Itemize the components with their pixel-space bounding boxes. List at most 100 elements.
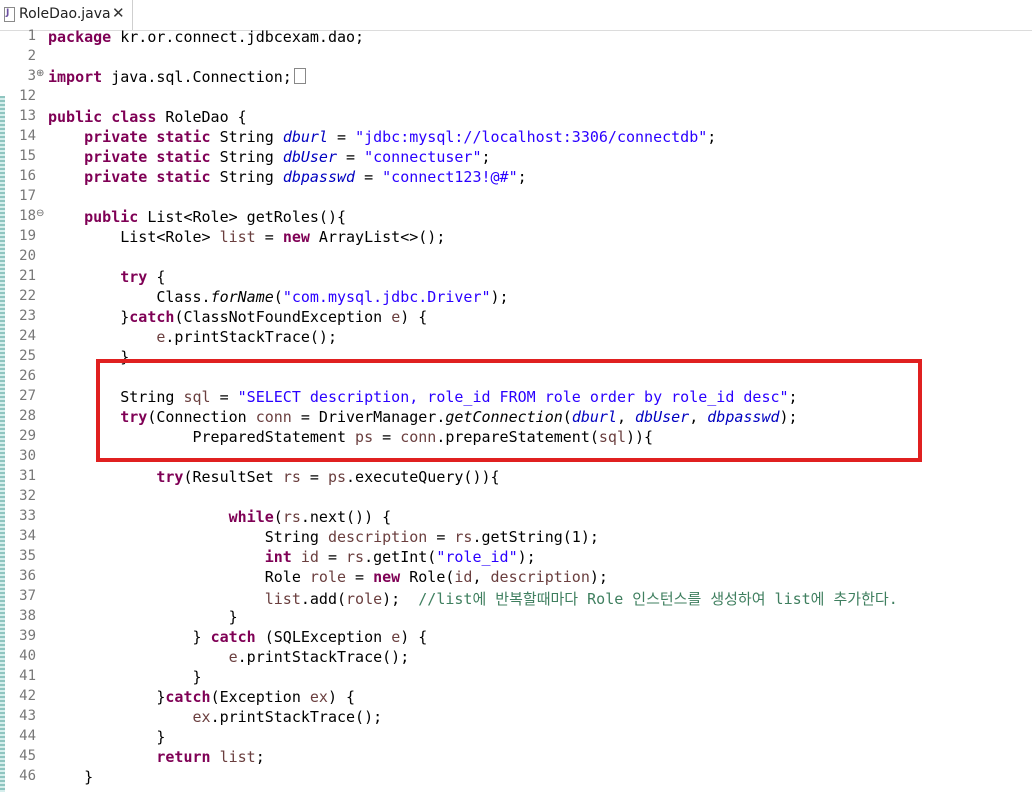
code-line: 37 list.add(role); //list에 반복할때마다 Role 인… [6,588,1026,608]
code-text: try { [120,268,166,286]
line-number: 17 [19,188,36,204]
java-file-icon: J [4,7,15,22]
collapsed-imports-icon[interactable] [293,68,306,84]
highlight-annotation-box [96,359,922,462]
code-line: 13 public class RoleDao { [6,108,1026,128]
code-text: }catch(Exception ex) { [48,688,356,706]
line-number: 37 [19,588,36,604]
line-number: 24 [19,328,36,344]
expand-fold-icon[interactable]: ⊕ [36,68,44,79]
line-number: 12 [19,88,36,104]
code-text: } catch (SQLException e) { [48,628,428,646]
code-line: 22 Class.forName("com.mysql.jdbc.Driver"… [6,288,1026,308]
line-number: 1 [27,28,36,44]
line-number: 43 [19,708,36,724]
code-line: 19 List<Role> list = new ArrayList<>(); [6,228,1026,248]
code-text: } [48,608,238,626]
line-number: 27 [19,388,36,404]
line-number: 45 [19,748,36,764]
close-icon[interactable]: ✕ [112,4,125,22]
code-line: 31 try(ResultSet rs = ps.executeQuery())… [6,468,1026,488]
code-line: 2 [6,48,1026,68]
code-line: 32 [6,488,1026,508]
code-text: e.printStackTrace(); [228,648,410,666]
code-line: 36 Role role = new Role(id, description)… [6,568,1026,588]
line-number: 15 [19,148,36,164]
collapse-fold-icon[interactable]: ⊖ [36,208,44,219]
line-number: 34 [19,528,36,544]
line-number: 21 [19,268,36,284]
line-number: 25 [19,348,36,364]
code-text: e.printStackTrace(); [156,328,337,346]
line-number: 23 [19,308,36,324]
code-text: private static String dburl = "jdbc:mysq… [84,128,717,146]
line-number: 46 [19,768,36,784]
code-text: Class.forName("com.mysql.jdbc.Driver"); [48,288,509,306]
line-number: 35 [19,548,36,564]
code-text: public List<Role> getRoles(){ [84,208,347,226]
code-line: 33 while(rs.next()) { [6,508,1026,528]
code-line: 14 private static String dburl = "jdbc:m… [6,128,1026,148]
code-line: 21 try { [6,268,1026,288]
line-number: 2 [27,48,36,64]
line-number: 29 [19,428,36,444]
code-line: 15 private static String dbUser = "conne… [6,148,1026,168]
editor-tab-bar: J RoleDao.java ✕ [0,0,1032,31]
code-line: 20 [6,248,1026,268]
line-number: 44 [19,728,36,744]
line-number: 13 [19,108,36,124]
line-number: 19 [19,228,36,244]
line-number: 16 [19,168,36,184]
code-line: 45 return list; [6,748,1026,768]
code-line: 38 } [6,608,1026,628]
code-text: } [48,768,94,786]
code-text: Role role = new Role(id, description); [48,568,608,586]
line-number: 38 [19,608,36,624]
line-number: 3 [27,68,36,84]
line-number: 31 [19,468,36,484]
line-number: 33 [19,508,36,524]
line-number: 32 [19,488,36,504]
line-number: 42 [19,688,36,704]
line-number: 14 [19,128,36,144]
code-line: 1 package kr.or.connect.jdbcexam.dao; [6,28,1026,48]
code-text: import java.sql.Connection; [48,68,306,86]
code-line: 35 int id = rs.getInt("role_id"); [6,548,1026,568]
line-number: 18 [19,208,36,224]
code-line: 18 ⊖ public List<Role> getRoles(){ [6,208,1026,228]
code-line: 12 [6,88,1026,108]
code-text: try(ResultSet rs = ps.executeQuery()){ [156,468,500,486]
code-line: 41 } [6,668,1026,688]
code-line: 39 } catch (SQLException e) { [6,628,1026,648]
line-number: 22 [19,288,36,304]
code-line: 40 e.printStackTrace(); [6,648,1026,668]
line-number: 20 [19,248,36,264]
code-line: 16 private static String dbpasswd = "con… [6,168,1026,188]
tab-title[interactable]: RoleDao.java [19,6,111,22]
code-text: public class RoleDao { [48,108,247,126]
code-text: while(rs.next()) { [228,508,392,526]
tab-roledao-java[interactable]: J RoleDao.java ✕ [0,0,133,30]
code-text: } [48,668,202,686]
code-text: List<Role> list = new ArrayList<>(); [48,228,446,246]
code-line: 17 [6,188,1026,208]
line-number: 28 [19,408,36,424]
code-text: package kr.or.connect.jdbcexam.dao; [48,28,365,46]
code-text: ex.printStackTrace(); [192,708,383,726]
code-line: 23 }catch(ClassNotFoundException e) { [6,308,1026,328]
code-line: 43 ex.printStackTrace(); [6,708,1026,728]
code-comment: //list에 반복할때마다 Role 인스턴스를 생성하여 list에 추가한… [418,590,898,608]
code-line: 34 String description = rs.getString(1); [6,528,1026,548]
line-number: 36 [19,568,36,584]
line-number: 40 [19,648,36,664]
code-line: 42 }catch(Exception ex) { [6,688,1026,708]
line-number: 26 [19,368,36,384]
line-number: 41 [19,668,36,684]
line-number: 30 [19,448,36,464]
code-text: list.add(role); //list에 반복할때마다 Role 인스턴스… [264,590,898,608]
code-text: private static String dbUser = "connectu… [84,148,491,166]
code-line: 46 } [6,768,1026,788]
code-text: int id = rs.getInt("role_id"); [264,548,536,566]
code-line: 44 } [6,728,1026,748]
change-ruler [0,96,5,792]
